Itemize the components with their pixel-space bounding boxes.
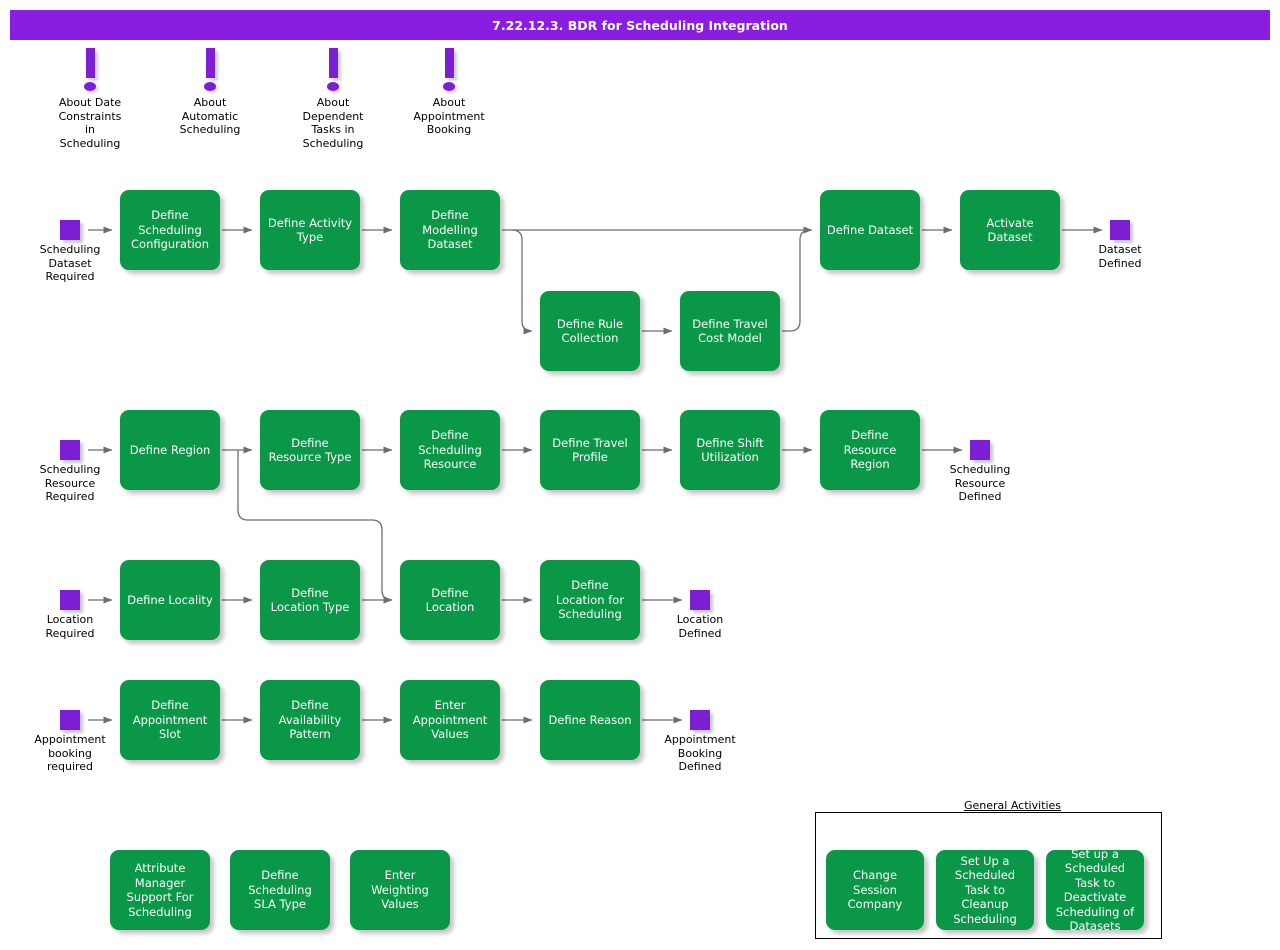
terminator-label-scheduling-dataset-required: Scheduling Dataset Required: [39, 243, 101, 283]
terminator-scheduling-resource-defined: [970, 440, 990, 460]
activity-label: Define Scheduling Resource: [418, 428, 482, 472]
activity-enter-appointment-values[interactable]: Enter Appointment Values: [400, 680, 500, 760]
terminator-label-scheduling-resource-defined: Scheduling Resource Defined: [949, 463, 1011, 503]
note-dependent-tasks[interactable]: About Dependent Tasks in Scheduling: [273, 48, 393, 150]
terminator-scheduling-resource-required: [60, 440, 80, 460]
page-title: 7.22.12.3. BDR for Scheduling Integratio…: [492, 17, 788, 33]
activity-activate-dataset[interactable]: Activate Dataset: [960, 190, 1060, 270]
activity-define-scheduling-sla-type[interactable]: Define Scheduling SLA Type: [230, 850, 330, 930]
activity-define-activity-type[interactable]: Define Activity Type: [260, 190, 360, 270]
activity-change-session-company[interactable]: Change Session Company: [826, 850, 924, 930]
activity-label: Define Locality: [127, 592, 213, 607]
terminator-label-scheduling-resource-required: Scheduling Resource Required: [39, 463, 101, 503]
activity-label: Define Travel Profile: [552, 435, 628, 465]
activity-label: Change Session Company: [847, 868, 903, 912]
activity-label: Define Availability Pattern: [278, 698, 342, 742]
exclamation-dot-icon: [204, 82, 216, 91]
activity-define-appointment-slot[interactable]: Define Appointment Slot: [120, 680, 220, 760]
activity-define-location[interactable]: Define Location: [400, 560, 500, 640]
activity-label: Define Region: [129, 442, 211, 457]
exclamation-icon: [444, 48, 454, 78]
terminator-label-appointment-booking-defined: Appointment Booking Defined: [664, 733, 736, 773]
exclamation-icon: [328, 48, 338, 78]
note-automatic-scheduling[interactable]: About Automatic Scheduling: [150, 48, 270, 137]
activity-label: Define Shift Utilization: [696, 435, 764, 465]
activity-define-modelling-dataset[interactable]: Define Modelling Dataset: [400, 190, 500, 270]
exclamation-dot-icon: [443, 82, 455, 91]
activity-label: Define Modelling Dataset: [422, 208, 478, 252]
activity-define-dataset[interactable]: Define Dataset: [820, 190, 920, 270]
activity-define-location-type[interactable]: Define Location Type: [260, 560, 360, 640]
exclamation-dot-icon: [327, 82, 339, 91]
note-label: About Date Constraints in Scheduling: [58, 96, 122, 150]
general-activities-title: General Activities: [960, 799, 1066, 812]
activity-define-travel-cost-model[interactable]: Define Travel Cost Model: [680, 291, 780, 371]
terminator-appointment-booking-defined: [690, 710, 710, 730]
note-appointment-booking[interactable]: About Appointment Booking: [389, 48, 509, 137]
activity-label: Define Scheduling Configuration: [131, 208, 209, 252]
note-date-constraints[interactable]: About Date Constraints in Scheduling: [30, 48, 150, 150]
activity-label: Define Rule Collection: [556, 316, 624, 346]
note-label: About Dependent Tasks in Scheduling: [302, 96, 364, 150]
activity-define-rule-collection[interactable]: Define Rule Collection: [540, 291, 640, 371]
activity-define-resource-region[interactable]: Define Resource Region: [820, 410, 920, 490]
wire-step3-to-rule-collection: [511, 229, 533, 335]
activity-label: Set up a Scheduled Task to Deactivate Sc…: [1055, 846, 1135, 934]
terminator-scheduling-dataset-required: [60, 220, 80, 240]
terminator-label-location-defined: Location Defined: [676, 613, 724, 640]
terminator-location-required: [60, 590, 80, 610]
activity-attribute-manager-support-for-scheduling[interactable]: Attribute Manager Support For Scheduling: [110, 850, 210, 930]
activity-label: Define Location Type: [270, 585, 350, 615]
activity-label: Define Scheduling SLA Type: [248, 868, 312, 912]
activity-define-locality[interactable]: Define Locality: [120, 560, 220, 640]
activity-label: Define Appointment Slot: [132, 698, 208, 742]
wire-travel-cost-to-define-dataset: [782, 229, 811, 332]
exclamation-icon: [85, 48, 95, 78]
terminator-label-dataset-defined: Dataset Defined: [1098, 243, 1142, 270]
activity-label: Define Location: [425, 585, 475, 615]
activity-label: Enter Appointment Values: [412, 698, 488, 742]
activity-define-region[interactable]: Define Region: [120, 410, 220, 490]
activity-label: Define Reason: [548, 712, 632, 727]
activity-setup-scheduled-task-cleanup-scheduling[interactable]: Set Up a Scheduled Task to Cleanup Sched…: [936, 850, 1034, 930]
activity-define-scheduling-configuration[interactable]: Define Scheduling Configuration: [120, 190, 220, 270]
activity-define-reason[interactable]: Define Reason: [540, 680, 640, 760]
activity-define-resource-type[interactable]: Define Resource Type: [260, 410, 360, 490]
activity-label: Define Activity Type: [267, 215, 353, 245]
activity-label: Set Up a Scheduled Task to Cleanup Sched…: [953, 853, 1017, 926]
page-title-bar: 7.22.12.3. BDR for Scheduling Integratio…: [10, 10, 1270, 40]
activity-label: Enter Weighting Values: [371, 868, 429, 912]
activity-label: Attribute Manager Support For Scheduling: [126, 861, 194, 919]
note-label: About Automatic Scheduling: [179, 96, 241, 136]
activity-enter-weighting-values[interactable]: Enter Weighting Values: [350, 850, 450, 930]
terminator-label-location-required: Location Required: [45, 613, 95, 640]
terminator-label-appointment-booking-required: Appointment booking required: [34, 733, 106, 773]
activity-define-location-for-scheduling[interactable]: Define Location for Scheduling: [540, 560, 640, 640]
activity-label: Define Resource Region: [843, 428, 897, 472]
activity-label: Activate Dataset: [986, 215, 1034, 245]
activity-label: Define Travel Cost Model: [692, 316, 768, 346]
exclamation-icon: [205, 48, 215, 78]
activity-setup-scheduled-task-deactivate-scheduling-datasets[interactable]: Set up a Scheduled Task to Deactivate Sc…: [1046, 847, 1144, 933]
note-label: About Appointment Booking: [413, 96, 485, 136]
activity-define-scheduling-resource[interactable]: Define Scheduling Resource: [400, 410, 500, 490]
activity-define-availability-pattern[interactable]: Define Availability Pattern: [260, 680, 360, 760]
terminator-dataset-defined: [1110, 220, 1130, 240]
activity-label: Define Location for Scheduling: [555, 578, 625, 622]
activity-label: Define Resource Type: [268, 435, 352, 465]
diagram-canvas: 7.22.12.3. BDR for Scheduling Integratio…: [0, 0, 1280, 950]
activity-define-shift-utilization[interactable]: Define Shift Utilization: [680, 410, 780, 490]
terminator-appointment-booking-required: [60, 710, 80, 730]
terminator-location-defined: [690, 590, 710, 610]
activity-label: Define Dataset: [826, 222, 914, 237]
activity-define-travel-profile[interactable]: Define Travel Profile: [540, 410, 640, 490]
exclamation-dot-icon: [84, 82, 96, 91]
